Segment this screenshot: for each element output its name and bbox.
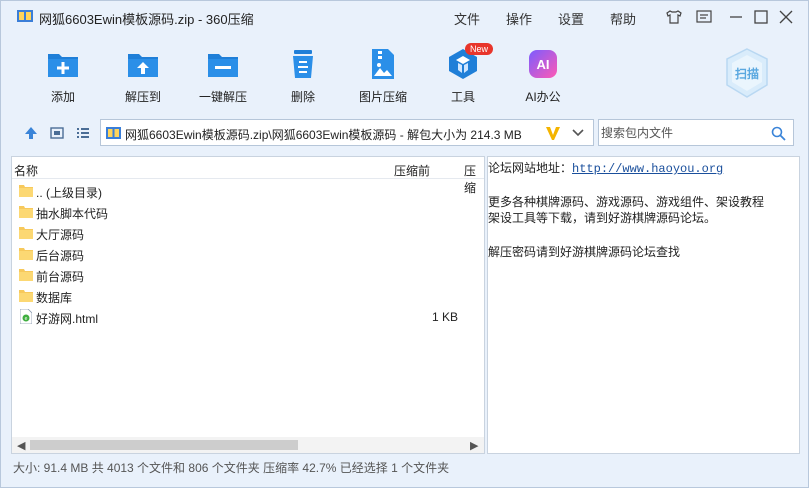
file-name: .. (上级目录) — [36, 186, 102, 200]
tools-button[interactable]: New 工具 — [423, 43, 503, 105]
scroll-right-icon[interactable]: ▶ — [470, 439, 478, 452]
column-original-size[interactable]: 压缩前 — [394, 162, 430, 179]
add-icon — [48, 54, 78, 77]
forum-site-label: 论坛网站地址： — [488, 161, 573, 175]
file-name: 好游网.html — [36, 312, 99, 326]
file-name: 前台源码 — [36, 270, 85, 284]
file-name: 数据库 — [36, 291, 73, 305]
add-label: 添加 — [50, 90, 75, 104]
comment-line-4: 解压密码请到好游棋牌源码论坛查找 — [488, 245, 681, 259]
search-input[interactable] — [601, 123, 761, 143]
column-name[interactable]: 名称 — [14, 162, 38, 179]
thumbnail-view-icon[interactable] — [49, 125, 65, 141]
list-item[interactable]: 数据库 — [12, 286, 484, 307]
comment-line-1: 论坛网站地址：http://www.haoyou.org — [488, 159, 723, 176]
list-item[interactable]: 前台源码 — [12, 265, 484, 286]
comment-line-3: 架设工具等下载，请到好游棋牌源码论坛。 — [488, 211, 717, 225]
folder-icon — [19, 185, 33, 197]
one-click-extract-icon — [208, 54, 238, 77]
address-row: 网狐6603Ewin模板源码.zip\网狐6603Ewin模板源码 - 解包大小… — [1, 117, 808, 149]
list-item[interactable]: .. (上级目录) — [12, 181, 484, 202]
menu-settings[interactable]: 设置 — [558, 9, 584, 28]
close-icon[interactable] — [775, 7, 797, 27]
maximize-icon[interactable] — [750, 7, 772, 27]
menu-operation[interactable]: 操作 — [506, 9, 532, 28]
scan-label: 扫描 — [735, 66, 759, 81]
folder-icon — [19, 290, 33, 302]
chevron-down-icon[interactable] — [571, 128, 585, 138]
menu-file[interactable]: 文件 — [454, 9, 480, 28]
search-box[interactable] — [598, 119, 794, 146]
search-icon[interactable] — [771, 126, 786, 141]
archive-comment-pane: 论坛网站地址：http://www.haoyou.org 更多各种棋牌源码、游戏… — [487, 156, 800, 454]
file-name: 大厅源码 — [36, 228, 85, 242]
window-title: 网狐6603Ewin模板源码.zip - 360压缩 — [39, 12, 254, 27]
html-file-icon: e — [20, 309, 32, 324]
delete-label: 删除 — [290, 90, 315, 104]
ai-office-label: AI办公 — [525, 90, 561, 104]
svg-text:e: e — [25, 316, 28, 322]
forum-site-link[interactable]: http://www.haoyou.org — [572, 162, 723, 176]
address-bar[interactable]: 网狐6603Ewin模板源码.zip\网狐6603Ewin模板源码 - 解包大小… — [100, 119, 594, 146]
new-badge: New — [465, 43, 494, 55]
extract-to-label: 解压到 — [124, 90, 161, 104]
extract-to-button[interactable]: 解压到 — [103, 47, 183, 105]
folder-icon — [19, 269, 33, 281]
minimize-icon[interactable] — [725, 7, 747, 27]
image-compress-button[interactable]: 图片压缩 — [343, 47, 423, 105]
column-header-row: 名称 压缩前 压缩 — [12, 157, 484, 195]
folder-icon — [19, 206, 33, 218]
menu-help[interactable]: 帮助 — [610, 9, 636, 28]
skin-shirt-icon[interactable] — [663, 7, 685, 27]
v-badge-icon[interactable] — [545, 125, 561, 141]
one-click-extract-label: 一键解压 — [198, 90, 247, 104]
ai-icon-text: AI — [537, 57, 550, 72]
file-size: 1 KB — [431, 310, 458, 324]
status-bar: 大小: 91.4 MB 共 4013 个文件和 806 个文件夹 压缩率 42.… — [13, 461, 450, 475]
list-item[interactable]: 抽水脚本代码 — [12, 202, 484, 223]
horizontal-scrollbar[interactable]: ◀ ▶ — [12, 437, 484, 453]
up-arrow-icon[interactable] — [23, 125, 39, 141]
extract-to-icon — [128, 54, 158, 77]
list-item[interactable]: 大厅源码 — [12, 223, 484, 244]
address-path: 网狐6603Ewin模板源码.zip\网狐6603Ewin模板源码 - 解包大小… — [125, 128, 522, 142]
file-name: 抽水脚本代码 — [36, 207, 109, 221]
archive-app-icon — [17, 10, 33, 22]
file-list-pane: 名称 压缩前 压缩 .. (上级目录) 抽水脚本代码 大厅源码 后台源码 前台源… — [11, 156, 485, 454]
one-click-extract-button[interactable]: 一键解压 — [183, 47, 263, 105]
title-bar: 网狐6603Ewin模板源码.zip - 360压缩 文件 操作 设置 帮助 — [1, 1, 808, 31]
feedback-icon[interactable] — [693, 7, 715, 27]
folder-icon — [19, 227, 33, 239]
toolbar: 添加 解压到 一键解压 删除 图片压缩 New 工具 AI AI办公 扫描 — [1, 35, 808, 111]
scan-shield-button[interactable]: 扫描 — [723, 47, 771, 99]
image-compress-icon — [372, 49, 394, 79]
scrollbar-thumb[interactable] — [30, 440, 298, 450]
ai-office-icon: AI — [529, 50, 557, 78]
folder-icon — [19, 248, 33, 260]
add-button[interactable]: 添加 — [23, 47, 103, 105]
scroll-left-icon[interactable]: ◀ — [17, 439, 25, 452]
app-window: 网狐6603Ewin模板源码.zip - 360压缩 文件 操作 设置 帮助 添… — [0, 0, 809, 488]
ai-office-button[interactable]: AI AI办公 — [503, 47, 583, 105]
comment-line-2: 更多各种棋牌源码、游戏源码、游戏组件、架设教程 — [488, 195, 765, 209]
tools-label: 工具 — [450, 90, 475, 104]
delete-button[interactable]: 删除 — [263, 47, 343, 105]
image-compress-label: 图片压缩 — [358, 90, 407, 104]
archive-icon — [106, 127, 121, 139]
file-name: 后台源码 — [36, 249, 85, 263]
list-item[interactable]: 后台源码 — [12, 244, 484, 265]
delete-icon — [293, 50, 313, 78]
list-view-icon[interactable] — [75, 125, 91, 141]
list-item[interactable]: e 好游网.html 1 KB — [12, 307, 484, 328]
